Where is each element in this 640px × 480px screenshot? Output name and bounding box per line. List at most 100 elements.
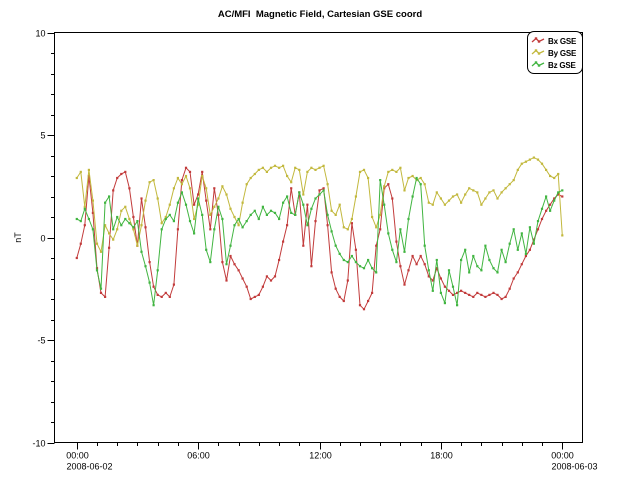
by-marker <box>428 202 430 204</box>
x-tick-label: 06:00 <box>187 451 210 461</box>
bx-marker <box>76 257 78 259</box>
bx-marker <box>351 222 353 224</box>
by-marker <box>128 218 130 220</box>
bx-marker <box>201 171 203 173</box>
legend: Bx GSE By GSE Bz GSE <box>527 31 583 74</box>
bz-marker <box>149 282 151 284</box>
bz-marker <box>254 210 256 212</box>
bx-marker <box>225 279 227 281</box>
bx-marker <box>120 173 122 175</box>
by-marker <box>399 167 401 169</box>
x-tick-label: 00:00 <box>551 451 574 461</box>
bx-marker <box>306 204 308 206</box>
bx-marker <box>132 216 134 218</box>
bz-marker <box>104 202 106 204</box>
by-marker <box>488 191 490 193</box>
by-marker <box>306 171 308 173</box>
bz-marker <box>242 226 244 228</box>
by-marker <box>464 193 466 195</box>
bz-marker <box>108 195 110 197</box>
bz-marker <box>420 183 422 185</box>
by-marker <box>420 177 422 179</box>
bz-marker <box>314 197 316 199</box>
by-sample-marker <box>538 52 540 54</box>
bz-marker <box>173 220 175 222</box>
bx-marker <box>488 294 490 296</box>
by-marker <box>501 191 503 193</box>
by-marker <box>229 208 231 210</box>
bx-marker <box>444 286 446 288</box>
by-marker <box>173 187 175 189</box>
by-marker <box>76 177 78 179</box>
by-marker <box>347 228 349 230</box>
legend-item-by: By GSE <box>531 47 580 59</box>
by-marker <box>480 204 482 206</box>
x-date-label: 2008-06-02 <box>67 462 113 472</box>
chart-title: AC/MFI Magnetic Field, Cartesian GSE coo… <box>0 9 640 20</box>
by-marker <box>116 228 118 230</box>
bx-marker <box>177 228 179 230</box>
by-marker <box>262 167 264 169</box>
bz-series <box>76 177 564 306</box>
bz-marker <box>318 193 320 195</box>
y-axis-title: nT <box>13 232 23 243</box>
bx-line-sample-icon <box>531 36 546 46</box>
by-marker <box>327 183 329 185</box>
bz-marker <box>112 228 114 230</box>
bz-marker <box>278 218 280 220</box>
bz-marker <box>472 255 474 257</box>
bx-marker <box>112 189 114 191</box>
by-marker <box>395 171 397 173</box>
bx-marker <box>205 200 207 202</box>
by-marker <box>242 202 244 204</box>
bx-marker <box>262 286 264 288</box>
bx-marker <box>140 197 142 199</box>
by-marker <box>456 193 458 195</box>
bx-marker <box>128 187 130 189</box>
bz-marker <box>88 218 90 220</box>
by-marker <box>331 210 333 212</box>
bx-marker <box>258 294 260 296</box>
bz-marker <box>294 214 296 216</box>
bx-marker <box>513 277 515 279</box>
by-marker <box>412 175 414 177</box>
bz-marker <box>96 269 98 271</box>
by-marker <box>205 187 207 189</box>
bx-marker <box>282 241 284 243</box>
bx-marker <box>545 210 547 212</box>
bx-marker <box>278 259 280 261</box>
bz-marker <box>367 259 369 261</box>
bz-marker <box>201 214 203 216</box>
bz-marker <box>545 195 547 197</box>
bx-marker <box>416 263 418 265</box>
bz-marker <box>233 224 235 226</box>
bx-marker <box>501 298 503 300</box>
bx-marker <box>452 294 454 296</box>
legend-label-bx: Bx GSE <box>548 37 576 46</box>
legend-item-bz: Bz GSE <box>531 59 580 71</box>
bz-marker <box>217 206 219 208</box>
by-marker <box>302 193 304 195</box>
by-marker <box>529 159 531 161</box>
bx-marker <box>347 279 349 281</box>
bx-marker <box>221 261 223 263</box>
by-marker <box>513 179 515 181</box>
by-marker <box>246 183 248 185</box>
by-marker <box>359 171 361 173</box>
by-marker <box>266 171 268 173</box>
bx-marker <box>318 189 320 191</box>
bz-marker <box>343 259 345 261</box>
bz-marker <box>189 220 191 222</box>
bx-marker <box>80 243 82 245</box>
bx-marker <box>229 255 231 257</box>
bz-marker <box>456 304 458 306</box>
by-marker <box>310 167 312 169</box>
y-tick-label: -10 <box>32 439 45 449</box>
bz-marker <box>428 269 430 271</box>
bx-marker <box>472 296 474 298</box>
bz-marker <box>513 228 515 230</box>
bx-marker <box>521 263 523 265</box>
bx-marker <box>529 249 531 251</box>
by-marker <box>132 228 134 230</box>
bx-marker <box>193 204 195 206</box>
